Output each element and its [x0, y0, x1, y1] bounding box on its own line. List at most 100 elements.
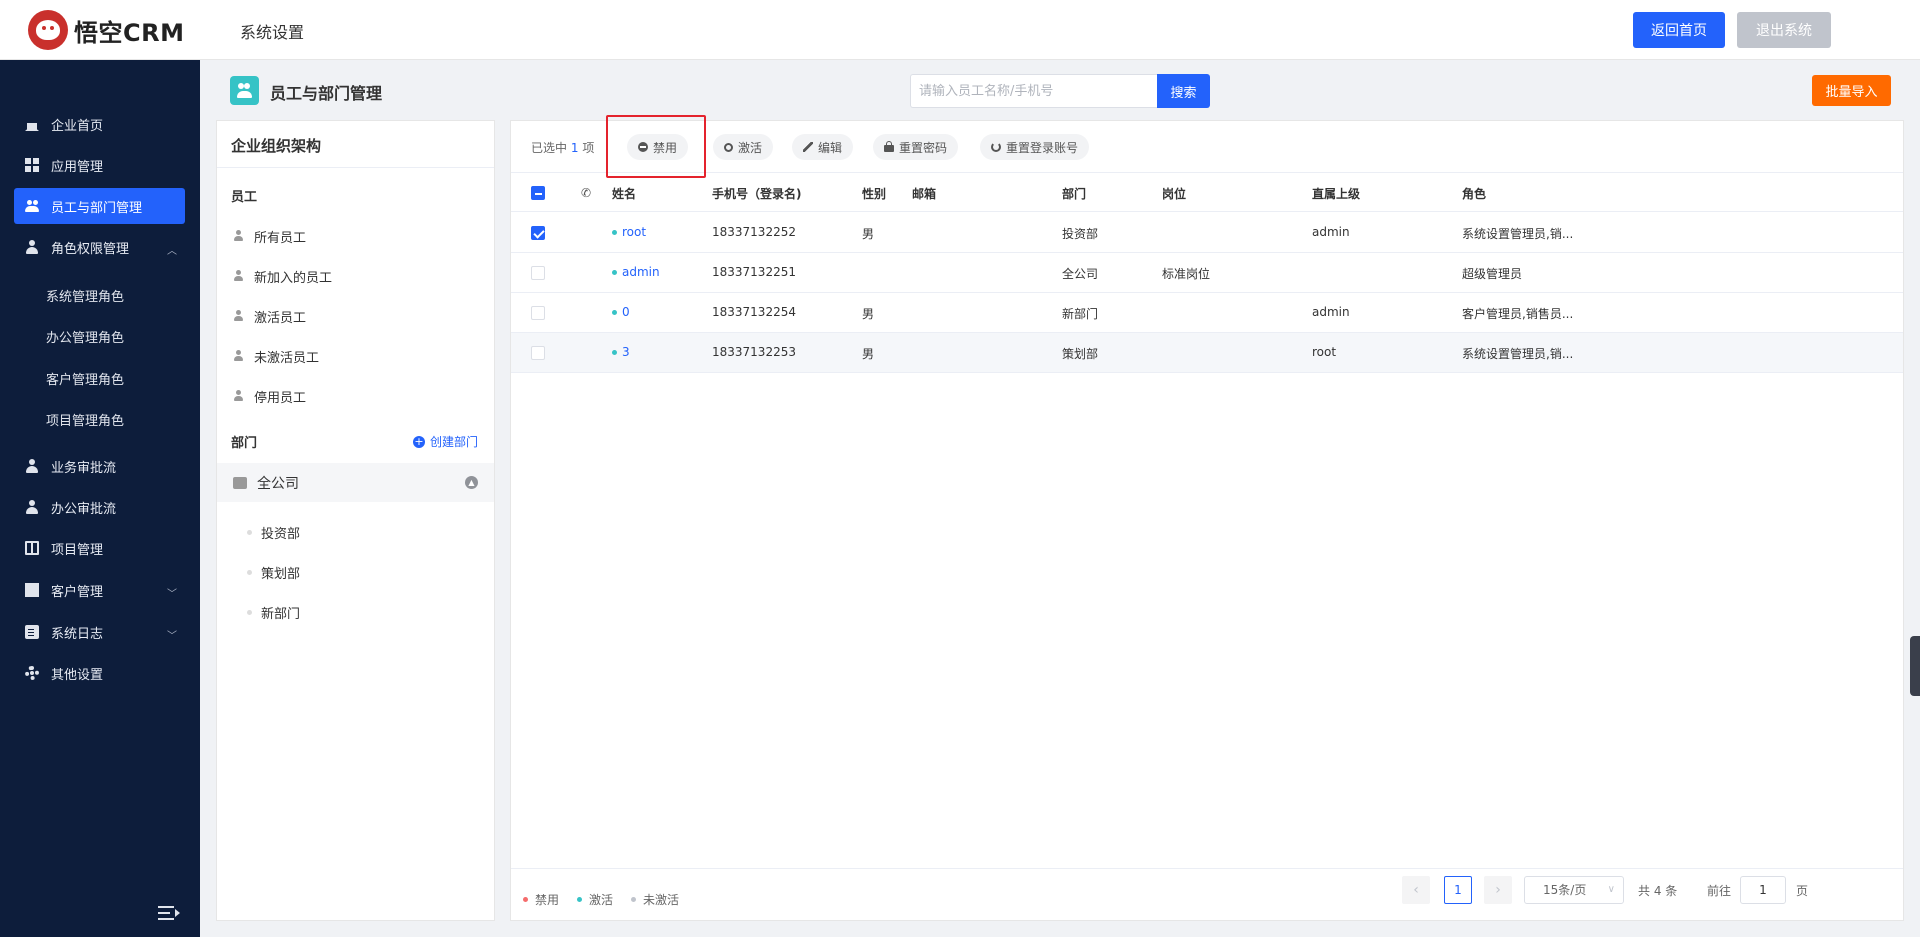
- sidebar-item-label: 应用管理: [51, 159, 104, 175]
- create-dept-label: 创建部门: [430, 435, 479, 449]
- reset-password-button[interactable]: 重置密码: [873, 134, 959, 160]
- sidebar-item-logs[interactable]: 系统日志 ﹀: [14, 614, 185, 650]
- filter-active-employees[interactable]: 激活员工: [233, 306, 306, 326]
- row-checkbox[interactable]: [531, 306, 545, 320]
- status-dot: [612, 349, 617, 355]
- column-header-gender: 性别: [862, 187, 887, 201]
- legend-label: 激活: [589, 893, 614, 907]
- user-icon: [25, 240, 39, 254]
- sidebar-item-other-settings[interactable]: 其他设置: [14, 655, 185, 691]
- logo[interactable]: 悟空CRM: [28, 10, 184, 50]
- back-home-button[interactable]: 返回首页: [1633, 12, 1725, 48]
- dept-label: 新部门: [261, 607, 301, 622]
- row-checkbox[interactable]: [531, 226, 545, 240]
- table-row[interactable]: 3 18337132253 男 策划部 root 系统设置管理员,销...: [511, 333, 1903, 373]
- sidebar-item-employees[interactable]: 员工与部门管理: [14, 188, 185, 224]
- column-header-phone: 手机号（登录名): [712, 187, 802, 201]
- sidebar-item-label: 项目管理: [51, 542, 104, 558]
- next-page-button[interactable]: ›: [1484, 876, 1512, 904]
- dept-label: 策划部: [261, 567, 301, 582]
- cell-dept: 全公司: [1062, 267, 1099, 281]
- cell-gender: 男: [862, 347, 875, 361]
- table-footer: 禁用 激活 未激活 ‹ 1 › 15条/页 ∨ 共 4 条 前往 页: [511, 868, 1903, 920]
- org-panel-title: 企业组织架构: [231, 137, 322, 155]
- user-icon: [233, 310, 245, 322]
- column-header-role: 角色: [1462, 187, 1487, 201]
- filter-disabled-employees[interactable]: 停用员工: [233, 386, 306, 406]
- cell-phone: 18337132252: [712, 225, 796, 239]
- table-row[interactable]: 0 18337132254 男 新部门 admin 客户管理员,销售员...: [511, 293, 1903, 333]
- selection-summary: 已选中 1 项: [531, 139, 594, 156]
- sidebar-item-customers[interactable]: 客户管理 ﹀: [14, 572, 185, 608]
- cell-role: 系统设置管理员,销...: [1462, 347, 1574, 361]
- sidebar-item-home[interactable]: 企业首页: [14, 106, 185, 142]
- sidebar-subitem-office-role[interactable]: 办公管理角色: [46, 327, 124, 346]
- legend-disabled: 禁用: [523, 891, 559, 908]
- prev-page-button[interactable]: ‹: [1402, 876, 1430, 904]
- select-all-checkbox[interactable]: [531, 186, 545, 200]
- filter-inactive-employees[interactable]: 未激活员工: [233, 346, 319, 366]
- employee-name-link[interactable]: admin: [612, 265, 660, 279]
- filter-all-employees[interactable]: 所有员工: [233, 226, 306, 246]
- create-dept-button[interactable]: + 创建部门: [413, 433, 478, 450]
- dept-tree-item[interactable]: 策划部: [247, 563, 300, 582]
- employee-name-link[interactable]: 3: [612, 345, 630, 359]
- department-icon: [233, 476, 247, 489]
- table-row[interactable]: admin 18337132251 全公司 标准岗位 超级管理员: [511, 253, 1903, 293]
- red-dot-icon: [523, 897, 528, 902]
- row-checkbox[interactable]: [531, 346, 545, 360]
- logout-button[interactable]: 退出系统: [1737, 12, 1831, 48]
- dept-tree-item[interactable]: 投资部: [247, 523, 300, 542]
- employees-page-icon: [230, 76, 259, 105]
- sidebar-item-business-approval[interactable]: 业务审批流: [14, 448, 185, 484]
- sidebar-subitem-system-role[interactable]: 系统管理角色: [46, 286, 124, 305]
- sidebar-subitem-customer-role[interactable]: 客户管理角色: [46, 369, 124, 388]
- edit-button[interactable]: 编辑: [792, 134, 854, 160]
- dept-tree-root[interactable]: 全公司 ▲: [217, 463, 494, 502]
- chevron-up-icon: ︿: [167, 246, 177, 257]
- sidebar-item-apps[interactable]: 应用管理: [14, 147, 185, 183]
- page-size-select[interactable]: 15条/页 ∨: [1524, 876, 1624, 904]
- reset-login-account-button[interactable]: 重置登录账号: [980, 134, 1090, 160]
- activate-button[interactable]: 激活: [713, 134, 774, 160]
- employee-name: root: [622, 225, 647, 239]
- filter-label: 未激活员工: [254, 350, 320, 366]
- sidebar-item-projects[interactable]: 项目管理: [14, 530, 185, 566]
- clipboard-icon: [25, 625, 39, 639]
- page-number-current[interactable]: 1: [1444, 876, 1472, 904]
- goto-page-input[interactable]: [1740, 876, 1786, 904]
- minus-circle-icon: [638, 142, 648, 152]
- disable-button[interactable]: 禁用: [627, 134, 689, 160]
- row-checkbox[interactable]: [531, 266, 545, 280]
- org-structure-panel: 企业组织架构 员工 所有员工 新加入的员工 激活员工 未激活员工 停用员工 部门…: [216, 120, 495, 921]
- phone-icon: ✆: [581, 186, 592, 200]
- sidebar-item-office-approval[interactable]: 办公审批流: [14, 489, 185, 525]
- selection-count: 1: [570, 141, 579, 155]
- employee-name-link[interactable]: 0: [612, 305, 630, 319]
- monkey-logo-icon: [28, 10, 68, 50]
- status-dot: [612, 229, 617, 235]
- collapse-toggle-icon[interactable]: ▲: [465, 476, 478, 489]
- column-header-superior: 直属上级: [1312, 187, 1361, 201]
- action-label: 重置登录账号: [1006, 140, 1079, 155]
- sidebar-subitem-project-role[interactable]: 项目管理角色: [46, 410, 124, 429]
- sidebar-item-roles[interactable]: 角色权限管理 ︿: [14, 229, 185, 265]
- batch-import-button[interactable]: 批量导入: [1812, 75, 1891, 106]
- search-button[interactable]: 搜索: [1157, 74, 1210, 108]
- top-header: 悟空CRM 系统设置 返回首页 退出系统: [0, 0, 1920, 60]
- side-float-widget[interactable]: [1910, 636, 1920, 696]
- header-section-title: 系统设置: [240, 23, 305, 42]
- cell-dept: 投资部: [1062, 227, 1099, 241]
- filter-label: 激活员工: [254, 310, 307, 326]
- filter-new-employees[interactable]: 新加入的员工: [233, 266, 332, 286]
- sidebar-item-label: 员工与部门管理: [51, 200, 143, 216]
- dept-tree-item[interactable]: 新部门: [247, 603, 300, 622]
- cell-dept: 新部门: [1062, 307, 1099, 321]
- employee-search-input[interactable]: [910, 74, 1157, 108]
- gear-icon: [25, 666, 39, 680]
- collapse-menu-icon[interactable]: [158, 905, 180, 921]
- employee-name-link[interactable]: root: [612, 225, 646, 239]
- chevron-down-icon: ﹀: [167, 631, 177, 642]
- table-row[interactable]: root 18337132252 男 投资部 admin 系统设置管理员,销..…: [511, 213, 1903, 253]
- sidebar-item-label: 角色权限管理: [51, 241, 130, 257]
